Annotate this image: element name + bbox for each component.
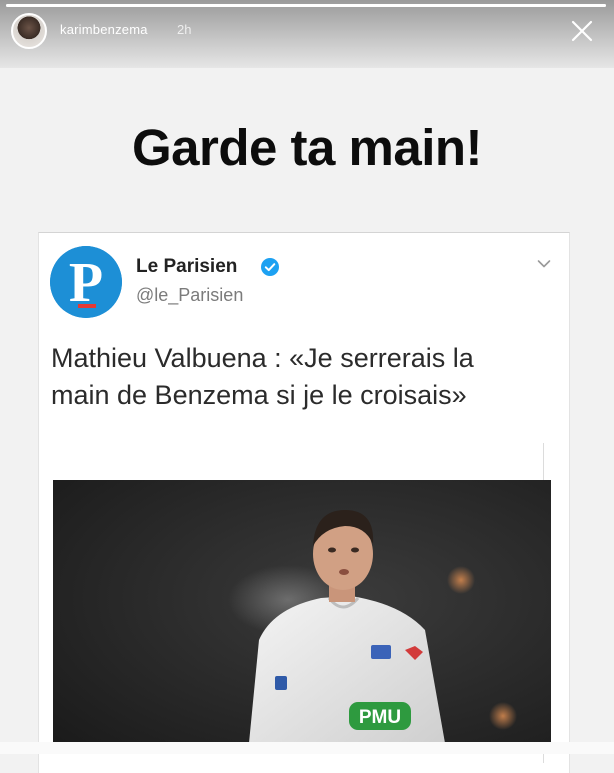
story-caption: Garde ta main! <box>131 119 483 176</box>
tweet-footer-strip <box>0 742 614 754</box>
chevron-down-icon[interactable] <box>537 259 551 269</box>
story-progress-fill <box>6 4 606 7</box>
tweet-photo[interactable]: PMU <box>53 480 551 743</box>
tweet-card[interactable]: P Le Parisien @le_Parisien Mathieu Valbu… <box>38 232 570 773</box>
story-header: karimbenzema 2h <box>0 0 614 68</box>
tweet-handle[interactable]: @le_Parisien <box>136 285 243 306</box>
story-timestamp: 2h <box>177 22 192 37</box>
tweet-text: Mathieu Valbuena : «Je serrerais la main… <box>51 343 474 410</box>
close-icon[interactable] <box>568 17 596 45</box>
tweet-account-name[interactable]: Le Parisien <box>136 256 237 278</box>
le-parisien-logo[interactable]: P <box>50 246 122 318</box>
avatar[interactable] <box>11 13 47 49</box>
story-username[interactable]: karimbenzema <box>60 22 148 37</box>
verified-badge-icon <box>261 258 279 276</box>
story-progress-bar <box>6 4 606 7</box>
photo-jersey-sponsor: PMU <box>359 707 401 728</box>
